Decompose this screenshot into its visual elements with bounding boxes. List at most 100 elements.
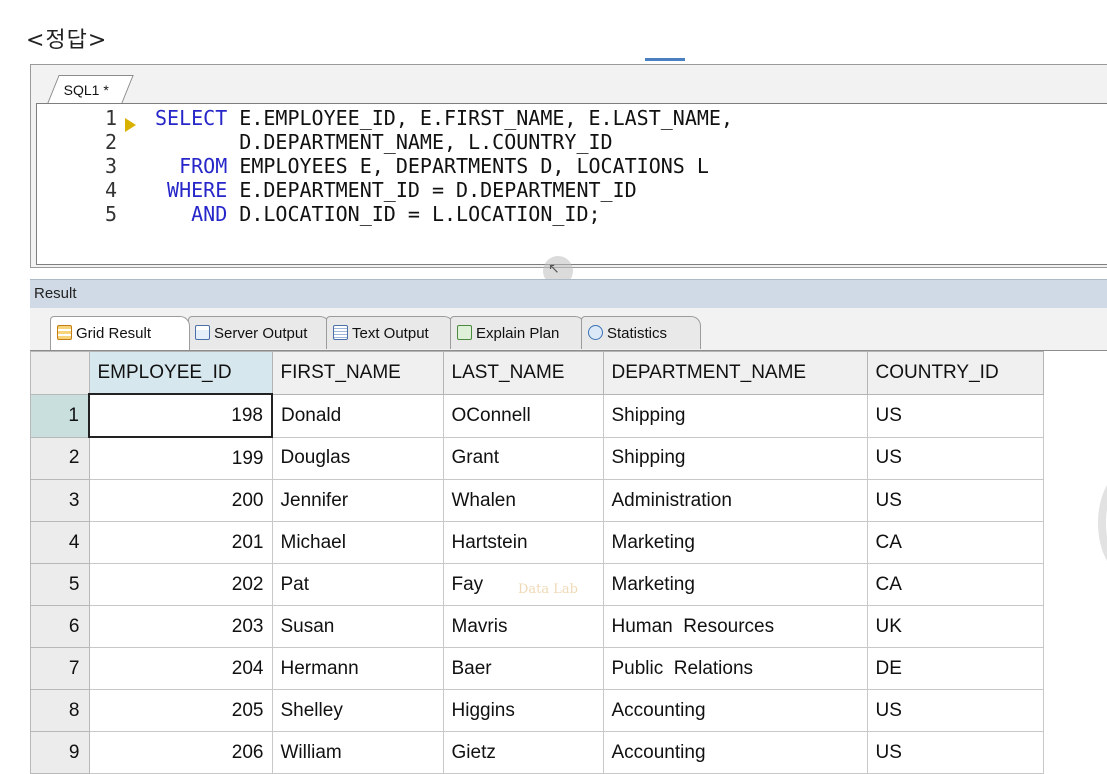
grid-cell[interactable]: 200 [88,479,273,522]
sql-editor[interactable]: 1 2 3 4 5 SELECT E.EMPLOYEE_ID, E.FIRST_… [36,103,1107,265]
tab-sql1[interactable]: SQL1 * [47,75,134,104]
table-row[interactable]: 1 198 Donald OConnell Shipping US [30,393,1044,438]
grid-cell[interactable]: 206 [88,731,273,774]
sql-editor-panel: SQL1 * 1 2 3 4 5 SELECT E.EMPLOYEE_ID, E… [30,64,1107,268]
row-number[interactable]: 6 [30,605,90,648]
row-number[interactable]: 4 [30,521,90,564]
grid-cell[interactable]: Shipping [602,393,868,438]
grid-cell[interactable]: Shipping [602,436,868,480]
line-number: 2 [104,130,117,154]
grid-cell[interactable]: CA [866,521,1044,564]
result-grid: EMPLOYEE_ID FIRST_NAME LAST_NAME DEPARTM… [30,351,1044,774]
grid-cell[interactable]: Human Resources [602,605,868,648]
column-header[interactable]: EMPLOYEE_ID [88,351,273,395]
grid-cell[interactable]: Marketing [602,563,868,606]
table-row[interactable]: 3 200 Jennifer Whalen Administration US [30,479,1044,522]
grid-corner[interactable] [30,351,90,395]
table-row[interactable]: 6 203 Susan Mavris Human Resources UK [30,605,1044,648]
code-line: AND D.LOCATION_ID = L.LOCATION_ID; [155,202,600,226]
grid-cell[interactable]: Grant [442,436,604,480]
line-gutter: 1 2 3 4 5 [37,104,155,264]
grid-cell[interactable]: Marketing [602,521,868,564]
tab-server-output[interactable]: Server Output [188,316,330,349]
table-row[interactable]: 4 201 Michael Hartstein Marketing CA [30,521,1044,564]
grid-cell[interactable]: Gietz [442,731,604,774]
row-number[interactable]: 7 [30,647,90,690]
grid-cell[interactable]: Public Relations [602,647,868,690]
grid-cell[interactable]: Jennifer [271,479,444,522]
tab-label: Server Output [214,325,308,342]
grid-cell[interactable]: Hartstein [442,521,604,564]
row-number[interactable]: 2 [30,436,90,480]
tab-explain-plan[interactable]: Explain Plan [450,316,585,349]
grid-cell[interactable]: Administration [602,479,868,522]
table-row[interactable]: 9 206 William Gietz Accounting US [30,731,1044,774]
row-number[interactable]: 5 [30,563,90,606]
tab-statistics[interactable]: Statistics [581,316,701,349]
page-heading: <정답> [26,28,108,53]
grid-cell[interactable]: DE [866,647,1044,690]
grid-cell[interactable]: Whalen [442,479,604,522]
grid-cell[interactable]: Michael [271,521,444,564]
result-tabstrip: Grid Result Server Output Text Output Ex… [30,308,1107,351]
tab-label: Grid Result [76,325,152,342]
grid-cell[interactable]: 203 [88,605,273,648]
row-number[interactable]: 1 [30,393,90,438]
grid-cell[interactable]: 205 [88,689,273,732]
column-header[interactable]: COUNTRY_ID [866,351,1044,395]
tab-label: Text Output [352,325,429,342]
result-panel-title: Result [34,285,77,302]
grid-cell[interactable]: US [866,479,1044,522]
grid-cell[interactable]: UK [866,605,1044,648]
line-number: 3 [104,154,117,178]
column-header[interactable]: FIRST_NAME [271,351,444,395]
grid-cell[interactable]: 202 [88,563,273,606]
grid-cell[interactable]: Hermann [271,647,444,690]
row-number[interactable]: 9 [30,731,90,774]
code-line: D.DEPARTMENT_NAME, L.COUNTRY_ID [155,130,613,154]
column-header[interactable]: DEPARTMENT_NAME [602,351,868,395]
grid-cell[interactable]: US [866,689,1044,732]
row-number[interactable]: 8 [30,689,90,732]
grid-cell[interactable]: US [866,731,1044,774]
tab-grid-result[interactable]: Grid Result [50,316,190,350]
grid-cell[interactable]: Higgins [442,689,604,732]
grid-cell[interactable]: Shelley [271,689,444,732]
table-row[interactable]: 8 205 Shelley Higgins Accounting US [30,689,1044,732]
line-number: 1 [104,106,117,130]
mouse-pointer-icon: ↖ [548,261,560,277]
table-row[interactable]: 2 199 Douglas Grant Shipping US [30,436,1044,480]
grid-cell[interactable]: Accounting [602,731,868,774]
grid-cell[interactable]: William [271,731,444,774]
grid-header-row: EMPLOYEE_ID FIRST_NAME LAST_NAME DEPARTM… [30,351,1044,395]
grid-cell[interactable]: Pat [271,563,444,606]
grid-cell[interactable]: Baer [442,647,604,690]
tab-indicator [645,58,685,61]
sql-code: E.EMPLOYEE_ID, E.FIRST_NAME, E.LAST_NAME… [239,106,733,130]
tab-text-output[interactable]: Text Output [326,316,454,349]
sql-keyword: FROM [179,154,228,178]
watermark-logo: Data Lab [518,582,578,597]
sql-keyword: WHERE [167,178,228,202]
server-icon [195,325,210,340]
grid-cell[interactable]: 201 [88,521,273,564]
column-header[interactable]: LAST_NAME [442,351,604,395]
table-row[interactable]: 7 204 Hermann Baer Public Relations DE [30,647,1044,690]
sql-keyword: SELECT [155,106,228,130]
grid-cell[interactable]: Mavris [442,605,604,648]
code-line: FROM EMPLOYEES E, DEPARTMENTS D, LOCATIO… [155,154,709,178]
grid-cell[interactable]: Susan [271,605,444,648]
row-number[interactable]: 3 [30,479,90,522]
grid-cell[interactable]: US [866,436,1044,480]
sql-code: D.DEPARTMENT_NAME, L.COUNTRY_ID [239,130,613,154]
tab-sql1-label: SQL1 * [63,82,109,98]
grid-cell[interactable]: Accounting [602,689,868,732]
grid-cell[interactable]: US [866,393,1044,438]
grid-cell[interactable]: CA [866,563,1044,606]
grid-cell[interactable]: 198 [88,393,273,438]
grid-cell[interactable]: 204 [88,647,273,690]
grid-cell[interactable]: Douglas [271,436,444,480]
grid-cell[interactable]: 199 [88,436,273,480]
grid-cell[interactable]: OConnell [442,393,604,438]
grid-cell[interactable]: Donald [271,393,444,438]
